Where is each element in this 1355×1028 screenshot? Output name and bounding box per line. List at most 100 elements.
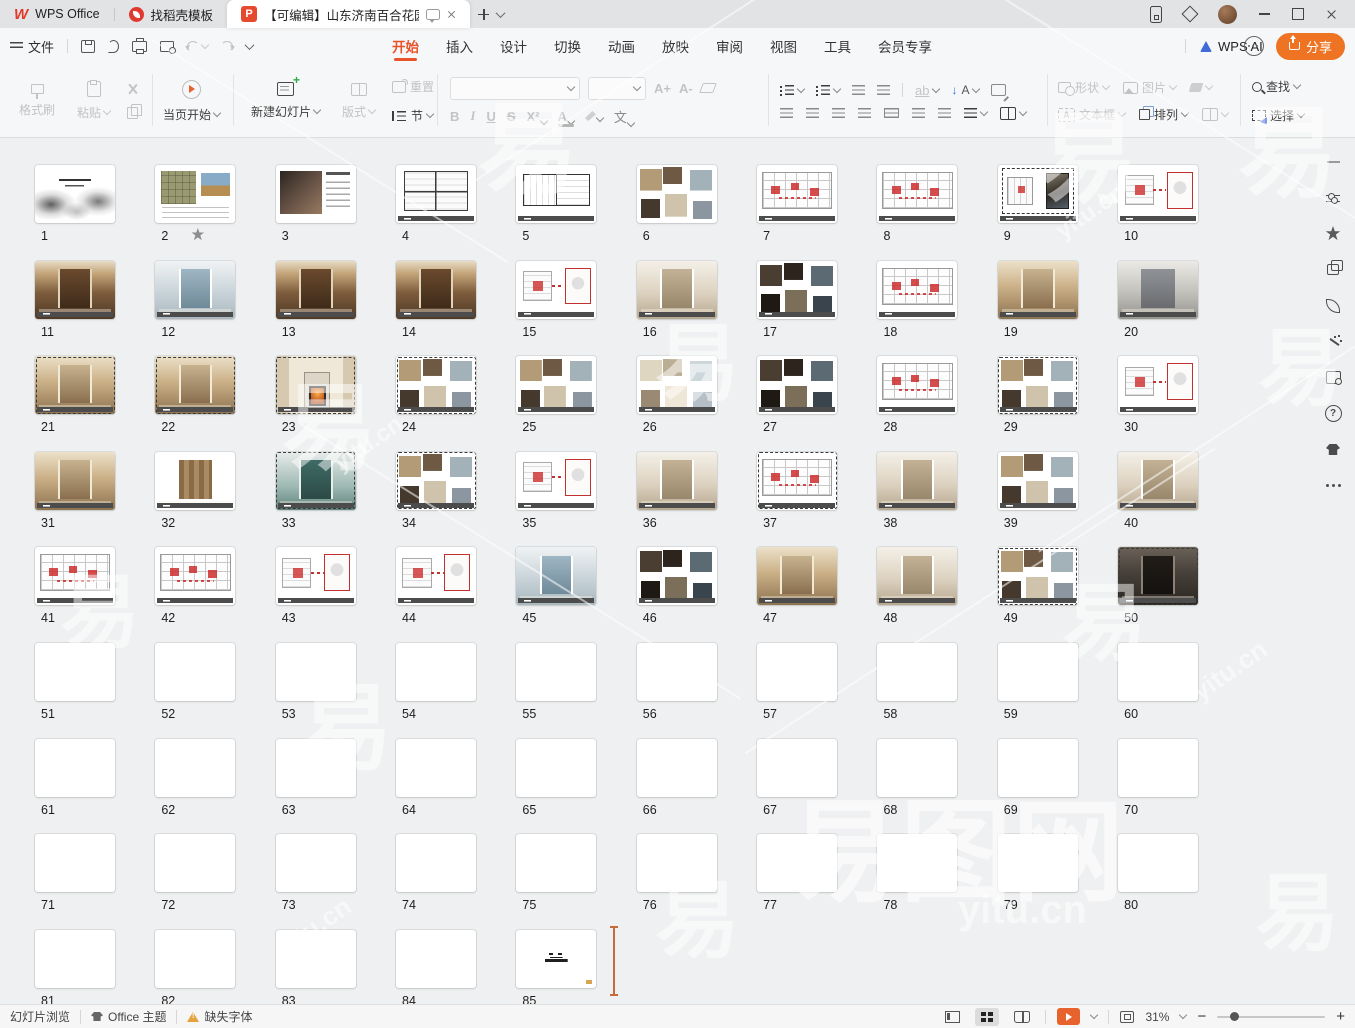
slide-thumbnail[interactable]	[155, 165, 235, 223]
menu-tab-7[interactable]: 视图	[770, 28, 797, 64]
fill-color-button[interactable]	[1190, 83, 1212, 92]
copy-icon[interactable]	[127, 107, 138, 119]
menu-tab-9[interactable]: 会员专享	[878, 28, 932, 64]
decrease-font-button[interactable]: A-	[679, 81, 693, 96]
slide-thumbnail[interactable]	[396, 165, 476, 223]
slide-thumbnail[interactable]	[276, 547, 356, 605]
select-button[interactable]: 选择	[1252, 107, 1304, 124]
help-icon[interactable]	[1325, 405, 1342, 422]
menu-tab-0[interactable]: 开始	[392, 28, 419, 64]
section-button[interactable]: 节	[392, 107, 434, 124]
play-from-current-button[interactable]: 当页开始	[158, 71, 225, 131]
slide-cell-62[interactable]: 62	[155, 739, 241, 817]
slide-thumbnail[interactable]	[516, 834, 596, 892]
slide-cell-35[interactable]: 35	[516, 452, 602, 530]
slide-cell-30[interactable]: 30	[1118, 356, 1204, 434]
strikethrough-button[interactable]: S	[507, 109, 516, 124]
slide-cell-56[interactable]: 56	[637, 643, 723, 721]
font-size-select[interactable]	[588, 77, 646, 100]
menu-tab-2[interactable]: 设计	[500, 28, 527, 64]
slide-thumbnail[interactable]	[516, 739, 596, 797]
slide-thumbnail[interactable]	[637, 834, 717, 892]
navigate-search-icon[interactable]	[1325, 369, 1342, 386]
text-direction-button[interactable]: ↓A	[951, 83, 979, 97]
maximize-icon[interactable]	[1292, 8, 1304, 20]
slide-thumbnail[interactable]	[877, 356, 957, 414]
row-spacing-icon[interactable]	[938, 108, 951, 118]
slide-cell-71[interactable]: 71	[35, 834, 121, 912]
slide-cell-70[interactable]: 70	[1118, 739, 1204, 817]
slide-cell-5[interactable]: 5	[516, 165, 602, 243]
reading-view-button[interactable]	[1010, 1008, 1034, 1026]
save-button[interactable]	[81, 40, 95, 53]
slide-cell-50[interactable]: 50	[1118, 547, 1204, 625]
slide-cell-25[interactable]: 25	[516, 356, 602, 434]
slide-thumbnail[interactable]	[637, 452, 717, 510]
slide-cell-6[interactable]: 6	[637, 165, 723, 243]
new-tab-icon[interactable]	[478, 9, 489, 20]
slide-thumbnail[interactable]	[1118, 452, 1198, 510]
mobile-icon[interactable]	[1150, 6, 1162, 23]
slide-cell-18[interactable]: 18	[877, 261, 963, 339]
slide-thumbnail[interactable]	[35, 356, 115, 414]
line-spacing-button[interactable]	[964, 108, 987, 118]
normal-view-button[interactable]	[940, 1008, 964, 1026]
slide-cell-7[interactable]: 7	[757, 165, 843, 243]
slide-cell-32[interactable]: 32	[155, 452, 241, 530]
slide-cell-80[interactable]: 80	[1118, 834, 1204, 912]
slide-thumbnail[interactable]	[155, 834, 235, 892]
slide-thumbnail[interactable]	[637, 643, 717, 701]
minimize-icon[interactable]	[1259, 13, 1270, 15]
slide-thumbnail[interactable]	[396, 261, 476, 319]
arrange-button[interactable]: 排列	[1139, 106, 1188, 123]
slide-thumbnail[interactable]	[516, 452, 596, 510]
material-leaf-icon[interactable]	[1325, 297, 1342, 314]
column-spacing-icon[interactable]	[912, 108, 925, 118]
redo-button[interactable]	[221, 41, 233, 52]
paste-button[interactable]: 粘贴	[72, 71, 115, 131]
slide-cell-16[interactable]: 16	[637, 261, 723, 339]
slide-cell-34[interactable]: 34	[396, 452, 482, 530]
print-button[interactable]	[132, 41, 147, 52]
slide-thumbnail[interactable]	[516, 930, 596, 988]
slide-thumbnail[interactable]	[155, 547, 235, 605]
slide-thumbnail[interactable]	[276, 834, 356, 892]
font-family-select[interactable]	[450, 77, 580, 100]
menu-tab-1[interactable]: 插入	[446, 28, 473, 64]
zoom-in-button[interactable]: +	[1336, 1009, 1345, 1024]
missing-fonts-warning[interactable]: 缺失字体	[187, 1008, 252, 1025]
slide-thumbnail[interactable]	[637, 547, 717, 605]
slide-thumbnail[interactable]	[516, 356, 596, 414]
menu-tab-6[interactable]: 审阅	[716, 28, 743, 64]
slide-thumbnail[interactable]	[155, 452, 235, 510]
output-button[interactable]	[108, 40, 119, 53]
slide-thumbnail[interactable]	[516, 547, 596, 605]
outline-button[interactable]	[1202, 108, 1228, 121]
slide-thumbnail[interactable]	[396, 739, 476, 797]
slide-thumbnail[interactable]	[35, 834, 115, 892]
slide-thumbnail[interactable]	[276, 643, 356, 701]
print-preview-button[interactable]	[160, 41, 174, 52]
more-icon[interactable]	[1325, 477, 1342, 494]
slide-thumbnail[interactable]	[276, 261, 356, 319]
slide-cell-11[interactable]: 11	[35, 261, 121, 339]
slide-cell-12[interactable]: 12	[155, 261, 241, 339]
slide-thumbnail[interactable]	[396, 452, 476, 510]
justify-icon[interactable]	[858, 108, 871, 118]
bullets-button[interactable]	[780, 85, 804, 95]
magic-wand-icon[interactable]	[1325, 333, 1342, 350]
highlight-button[interactable]	[585, 111, 603, 121]
increase-indent-icon[interactable]	[877, 85, 890, 95]
slide-cell-19[interactable]: 19	[998, 261, 1084, 339]
collapse-icon[interactable]	[1325, 153, 1342, 170]
zoom-out-button[interactable]: −	[1197, 1009, 1206, 1024]
align-center-icon[interactable]	[806, 108, 819, 118]
menu-tab-5[interactable]: 放映	[662, 28, 689, 64]
slide-thumbnail[interactable]	[35, 452, 115, 510]
slide-cell-52[interactable]: 52	[155, 643, 241, 721]
slide-thumbnail[interactable]	[998, 261, 1078, 319]
slide-cell-84[interactable]: 84	[396, 930, 482, 1008]
slide-thumbnail[interactable]	[1118, 356, 1198, 414]
slide-cell-38[interactable]: 38	[877, 452, 963, 530]
slide-thumbnail[interactable]	[998, 165, 1078, 223]
